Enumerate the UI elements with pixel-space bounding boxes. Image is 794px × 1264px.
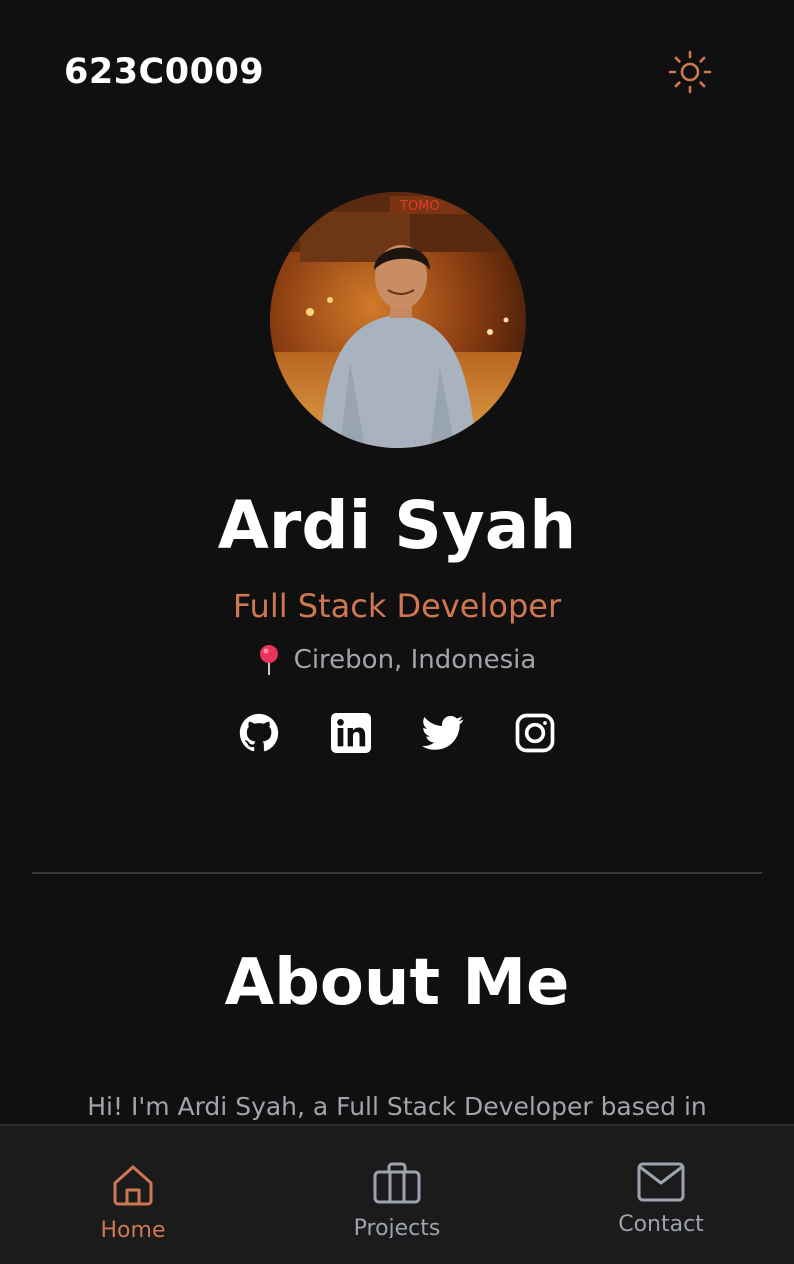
github-link[interactable] [239,712,279,758]
location-text: Cirebon, Indonesia [293,645,537,675]
twitter-link[interactable] [422,712,464,758]
svg-text:TOMO: TOMO [399,199,440,214]
instagram-link[interactable] [515,712,555,758]
about-text: Hi! I'm Ardi Syah, a Full Stack Develope… [87,1092,707,1121]
profile-location: Cirebon, Indonesia [0,642,794,678]
section-divider [32,872,762,874]
github-icon [239,713,279,757]
twitter-icon [422,715,464,755]
sun-icon [667,49,713,99]
linkedin-link[interactable] [331,712,371,758]
social-links [0,712,794,758]
nav-item-projects[interactable]: Projects [317,1126,477,1238]
nav-item-home[interactable]: Home [53,1126,213,1238]
profile-name: Ardi Syah [217,487,577,564]
nav-item-contact[interactable]: Contact [581,1126,741,1238]
mail-icon [637,1162,685,1202]
nav-label-contact: Contact [618,1212,704,1237]
map-pin-icon [258,644,280,676]
instagram-icon [515,713,555,757]
briefcase-icon [373,1162,421,1206]
nav-label-home: Home [100,1218,166,1238]
profile-avatar: TOMO [270,192,526,448]
nav-label-projects: Projects [353,1216,441,1238]
home-icon [110,1162,156,1208]
linkedin-icon [331,713,371,757]
about-section-title: About Me [224,946,570,1020]
brand-logo-text[interactable]: 623C0009 [64,52,264,92]
theme-toggle-button[interactable] [664,48,716,100]
profile-role: Full Stack Developer [232,587,562,625]
top-header: 623C0009 [0,0,794,150]
bottom-navigation: Home Projects Contact [0,1124,794,1264]
